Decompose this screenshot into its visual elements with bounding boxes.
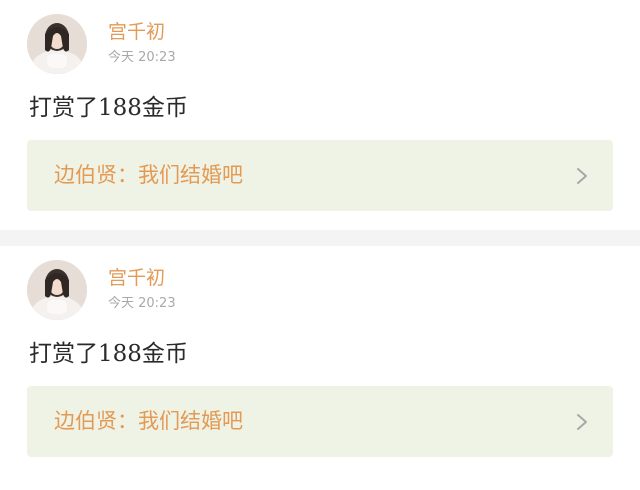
user-avatar[interactable]	[27, 14, 87, 74]
post-separator	[0, 230, 640, 246]
post-time: 今天 20:23	[108, 50, 176, 65]
reward-post: 宫千初 今天 20:23 打赏了188金币 边伯贤：我们结婚吧	[0, 246, 640, 476]
quoted-message-card[interactable]: 边伯贤：我们结婚吧	[27, 386, 613, 457]
chevron-right-icon	[577, 168, 587, 184]
quoted-message-text: 边伯贤：我们结婚吧	[54, 163, 243, 187]
reward-text: 打赏了188金币	[29, 341, 188, 367]
reward-post: 宫千初 今天 20:23 打赏了188金币 边伯贤：我们结婚吧	[0, 0, 640, 230]
reward-feed: 宫千初 今天 20:23 打赏了188金币 边伯贤：我们结婚吧 宫千初 今天 2…	[0, 0, 640, 490]
chevron-right-icon	[577, 414, 587, 430]
reward-text: 打赏了188金币	[29, 95, 188, 121]
avatar-photo-icon	[27, 260, 87, 320]
avatar-photo-icon	[27, 14, 87, 74]
post-time: 今天 20:23	[108, 296, 176, 311]
user-name[interactable]: 宫千初	[108, 267, 165, 289]
quoted-message-text: 边伯贤：我们结婚吧	[54, 409, 243, 433]
user-avatar[interactable]	[27, 260, 87, 320]
quoted-message-card[interactable]: 边伯贤：我们结婚吧	[27, 140, 613, 211]
user-name[interactable]: 宫千初	[108, 21, 165, 43]
